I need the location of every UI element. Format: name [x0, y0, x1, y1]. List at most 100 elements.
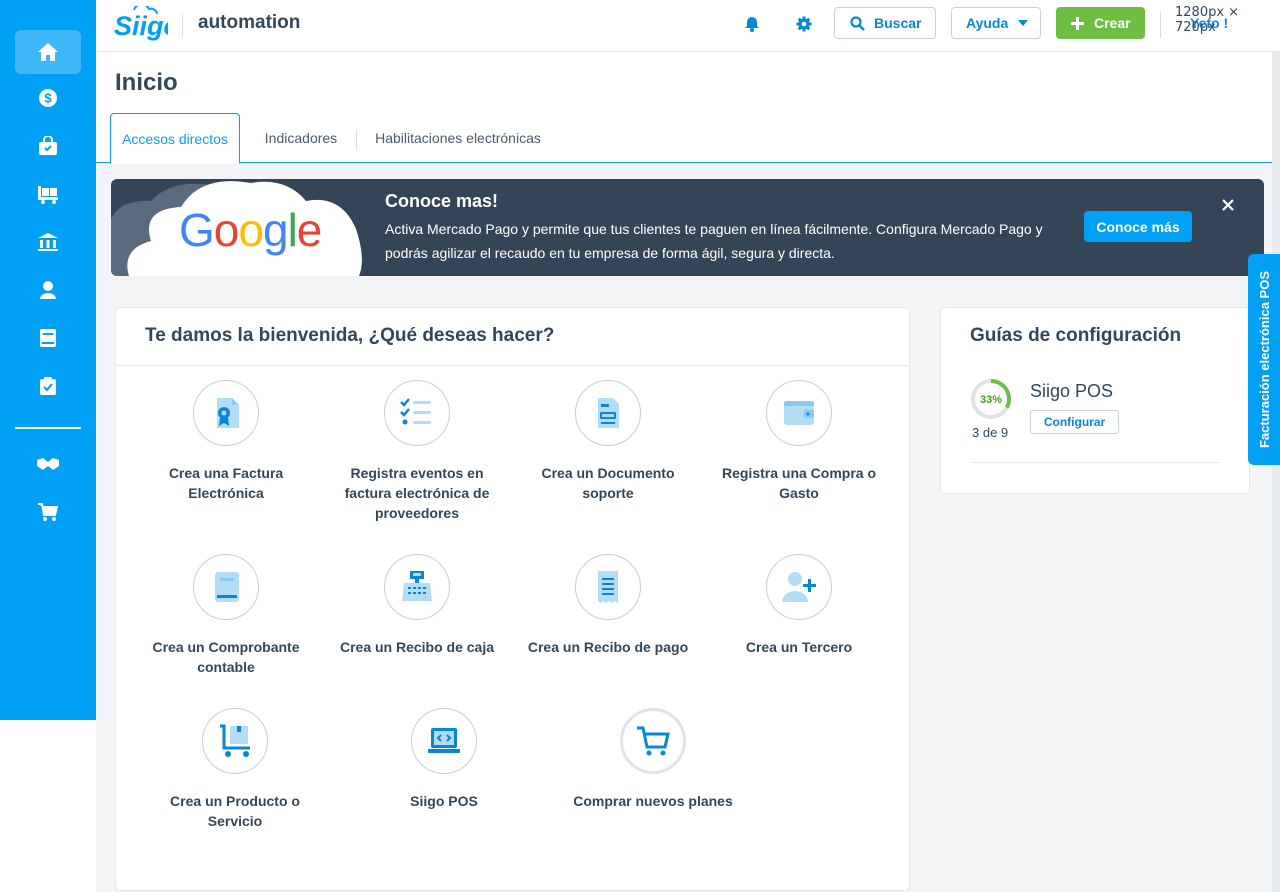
banner-title: Conoce mas!	[385, 191, 499, 211]
action-label: Siigo POS	[410, 793, 478, 809]
sidebar-item-purchases[interactable]	[15, 124, 81, 168]
action-siigo-pos[interactable]: Siigo POS	[354, 708, 534, 811]
chevron-down-icon	[1018, 20, 1029, 26]
cart-icon	[38, 503, 59, 521]
gear-icon	[796, 16, 812, 32]
help-label: Ayuda	[966, 15, 1009, 31]
sidebar: $	[0, 0, 96, 720]
scrollbar-track[interactable]	[1272, 52, 1280, 892]
action-create-voucher[interactable]: Crea un Comprobante contable	[136, 554, 316, 677]
svg-text:Google: Google	[179, 204, 321, 256]
promo-banner: Google Conoce mas! Activa Mercado Pago y…	[111, 179, 1264, 276]
action-label: Crea un Recibo de caja	[339, 639, 495, 655]
tab-accesos-directos[interactable]: Accesos directos	[110, 113, 240, 164]
support-document-icon	[598, 398, 619, 428]
action-label: Crea un Producto o Servicio	[170, 793, 300, 829]
accounting-voucher-icon	[215, 572, 239, 602]
action-buy-plans[interactable]: Comprar nuevos planes	[563, 708, 743, 811]
book-icon	[40, 329, 56, 347]
action-label: Crea una Factura Electrónica	[168, 465, 284, 501]
action-create-support-document[interactable]: Crea un Documento soporte	[518, 380, 698, 503]
guide-count: 3 de 9	[972, 425, 1009, 440]
action-label: Crea un Comprobante contable	[152, 639, 300, 675]
create-button-label: Crear	[1094, 15, 1131, 31]
settings-button[interactable]	[793, 13, 815, 35]
action-create-third-party[interactable]: Crea un Tercero	[709, 554, 889, 657]
banner-learn-more-button[interactable]: Conoce más	[1084, 211, 1192, 242]
action-create-product[interactable]: Crea un Producto o Servicio	[145, 708, 325, 831]
tab-indicadores[interactable]: Indicadores	[254, 113, 348, 163]
pos-invoicing-side-tab[interactable]: Facturación electrónica POS	[1248, 254, 1280, 465]
tab-divider	[356, 131, 357, 149]
progress-percent: 33%	[980, 394, 1002, 406]
action-label: Registra eventos en factura electrónica …	[344, 465, 490, 521]
pos-laptop-icon	[428, 728, 460, 753]
company-name[interactable]: automation	[198, 12, 300, 34]
user-divider	[1160, 12, 1161, 38]
svg-text:Siigo: Siigo	[114, 11, 168, 41]
logo-divider	[182, 13, 183, 37]
handshake-icon	[37, 458, 59, 470]
sidebar-item-money[interactable]: $	[15, 76, 81, 120]
close-icon[interactable]	[1219, 196, 1237, 214]
action-label: Comprar nuevos planes	[573, 793, 733, 809]
tab-habilitaciones[interactable]: Habilitaciones electrónicas	[364, 113, 552, 163]
add-person-icon	[782, 572, 816, 602]
bank-icon	[38, 233, 58, 251]
welcome-card: Te damos la bienvenida, ¿Qué deseas hace…	[115, 307, 910, 891]
cart-boxes-icon	[38, 186, 58, 204]
welcome-title: Te damos la bienvenida, ¿Qué deseas hace…	[145, 325, 555, 346]
action-label: Registra una Compra o Gasto	[721, 465, 877, 501]
invoice-icon	[217, 398, 239, 428]
create-button[interactable]: Crear	[1056, 7, 1145, 39]
guides-divider	[970, 462, 1220, 463]
shopping-cart-icon	[637, 726, 670, 756]
home-icon	[38, 43, 58, 61]
guides-title: Guías de configuración	[970, 325, 1182, 346]
sidebar-item-inventory[interactable]	[15, 172, 81, 216]
sidebar-footer-blank	[0, 720, 96, 892]
sidebar-item-books[interactable]	[15, 316, 81, 360]
person-icon	[40, 281, 56, 299]
receipt-icon	[598, 571, 618, 603]
action-create-invoice[interactable]: Crea una Factura Electrónica	[136, 380, 316, 503]
action-label: Crea un Recibo de pago	[527, 639, 689, 655]
shopping-bag-check-icon	[39, 136, 57, 155]
sidebar-divider	[15, 427, 81, 429]
google-cloud-illustration: Google	[111, 181, 362, 276]
siigo-logo[interactable]: Siigo	[114, 3, 180, 47]
help-dropdown[interactable]: Ayuda	[951, 7, 1041, 39]
dollar-coin-icon: $	[39, 89, 57, 107]
progress-ring: 33%	[971, 379, 1011, 419]
sidebar-item-bank[interactable]	[15, 220, 81, 264]
search-button[interactable]: Buscar	[834, 7, 936, 39]
side-tab-label: Facturación electrónica POS	[1256, 270, 1272, 449]
page-header: Inicio Accesos directos Indicadores Habi…	[96, 52, 1280, 164]
cash-register-icon	[402, 571, 432, 601]
sidebar-item-tasks[interactable]	[15, 364, 81, 408]
search-icon	[850, 15, 865, 31]
bell-icon	[745, 17, 759, 32]
card-divider	[116, 365, 909, 366]
guide-name: Siigo POS	[1030, 381, 1114, 401]
action-create-cash-receipt[interactable]: Crea un Recibo de caja	[327, 554, 507, 657]
action-create-payment-receipt[interactable]: Crea un Recibo de pago	[518, 554, 698, 657]
sidebar-item-partners[interactable]	[15, 442, 81, 486]
configure-button[interactable]: Configurar	[1030, 410, 1119, 434]
setup-guides-card: Guías de configuración 33% 3 de 9 Siigo …	[940, 307, 1250, 494]
checklist-icon	[400, 398, 431, 425]
action-register-events[interactable]: Registra eventos en factura electrónica …	[327, 380, 507, 523]
page-title: Inicio	[115, 69, 178, 96]
sidebar-item-store[interactable]	[15, 490, 81, 534]
sidebar-item-people[interactable]	[15, 268, 81, 312]
guide-item-siigo-pos: 33% 3 de 9 Siigo POS Configurar	[970, 378, 1119, 440]
viewport-size-label: 1280px × 720px	[1175, 5, 1240, 35]
top-bar: Siigo automation Buscar Ayuda Crear Yeto…	[96, 0, 1280, 52]
svg-text:$: $	[44, 91, 52, 106]
clipboard-check-icon	[40, 377, 56, 395]
notifications-button[interactable]	[741, 13, 763, 35]
plus-icon	[1071, 16, 1084, 30]
action-label: Crea un Tercero	[745, 639, 853, 655]
action-register-purchase[interactable]: Registra una Compra o Gasto	[709, 380, 889, 503]
sidebar-item-home[interactable]	[15, 30, 81, 74]
